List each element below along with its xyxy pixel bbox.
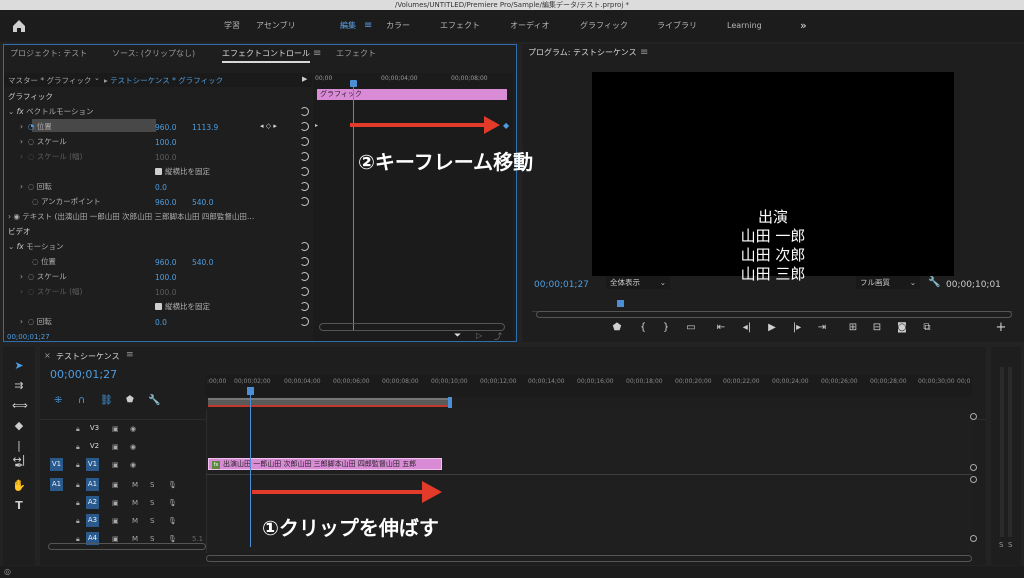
arrow-head xyxy=(422,481,442,503)
annotation-keyframe-move: ②キーフレーム移動 xyxy=(358,150,534,174)
annotation-overlay xyxy=(252,116,500,503)
annotation-extend-clip: ①クリップを伸ばす xyxy=(262,516,439,540)
arrow-head xyxy=(484,116,500,134)
arrow-clip xyxy=(252,481,442,503)
arrow-keyframe xyxy=(350,116,500,134)
